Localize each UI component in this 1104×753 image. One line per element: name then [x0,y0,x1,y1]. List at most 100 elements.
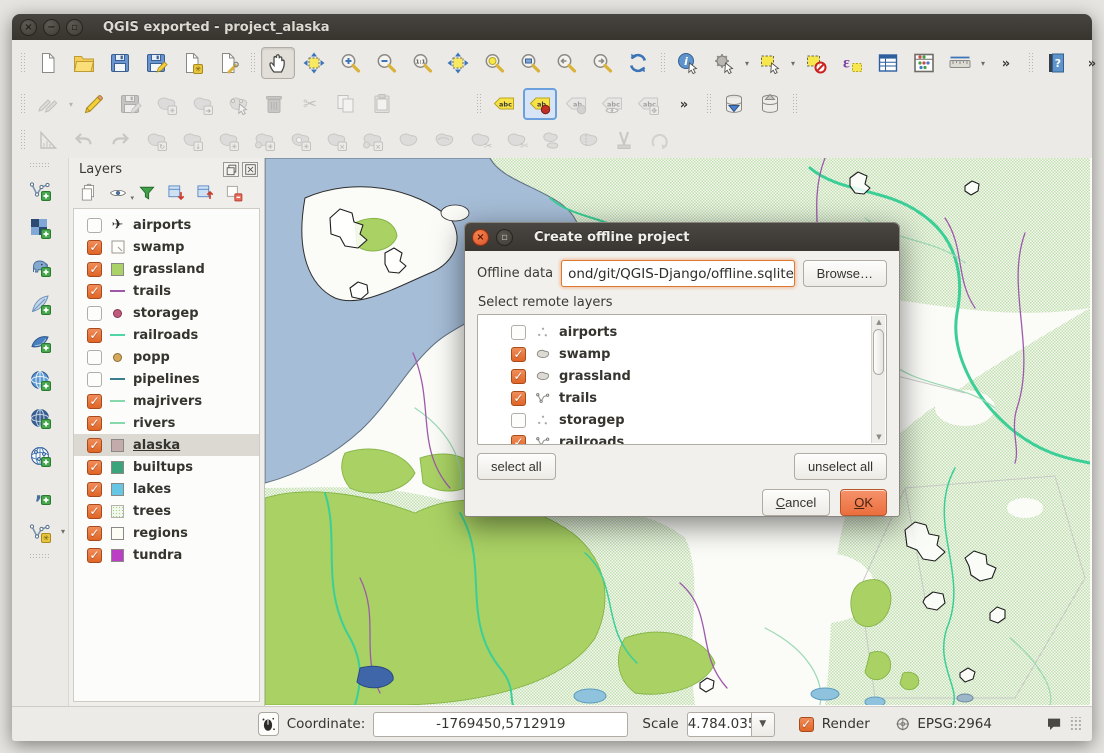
add-vector-layer-button[interactable] [23,173,57,206]
open-attribute-table-button[interactable] [871,47,905,79]
expand-all-button[interactable] [164,182,188,204]
add-group-button[interactable] [77,182,101,204]
scale-input[interactable]: 4.784.035 [687,712,751,737]
remote-layer-row-airports[interactable]: airports [485,321,886,343]
new-project-button[interactable] [31,47,65,79]
measure-line-dropdown[interactable]: ▾ [981,59,985,68]
layer-visibility-checkbox[interactable]: ✓ [511,347,526,362]
zoom-last-button[interactable] [549,47,583,79]
pan-map-button[interactable] [261,47,295,79]
select-features-dropdown[interactable]: ▾ [791,59,795,68]
new-print-composer-button[interactable]: ✳ [175,47,209,79]
collapse-all-button[interactable] [193,182,217,204]
layer-visibility-checkbox[interactable]: ✓ [511,391,526,406]
layer-row-storagep[interactable]: storagep [74,302,259,324]
zoom-in-button[interactable] [333,47,367,79]
layer-row-tundra[interactable]: ✓tundra [74,544,259,566]
layer-visibility-checkbox[interactable]: ✓ [511,435,526,446]
layer-visibility-checkbox[interactable]: ✓ [87,460,102,475]
panel-float-button[interactable] [223,162,239,177]
layer-visibility-checkbox[interactable]: ✓ [87,548,102,563]
current-edits-dropdown[interactable]: ▾ [69,100,73,109]
layer-visibility-checkbox[interactable]: ✓ [87,284,102,299]
filter-legend-button[interactable] [135,182,159,204]
layer-row-trees[interactable]: ✓trees [74,500,259,522]
run-feature-action-dropdown[interactable]: ▾ [745,59,749,68]
identify-features-button[interactable]: i [671,47,705,79]
add-spatialite-layer-button[interactable] [23,287,57,320]
add-delimited-text-layer-button[interactable]: , [23,477,57,510]
layer-visibility-checkbox[interactable] [87,306,102,321]
layer-visibility-checkbox[interactable]: ✓ [87,526,102,541]
layer-visibility-checkbox[interactable] [87,350,102,365]
panel-close-button[interactable] [242,162,258,177]
refresh-button[interactable] [621,47,655,79]
layer-visibility-checkbox[interactable]: ✓ [87,240,102,255]
layer-row-rivers[interactable]: ✓rivers [74,412,259,434]
cancel-button[interactable]: Cancel [762,489,830,516]
layer-row-trails[interactable]: ✓trails [74,280,259,302]
remove-layer-button[interactable] [222,182,246,204]
help-overflow-button[interactable]: » [1075,47,1104,79]
map-canvas[interactable]: × ▫ Create offline project Offline data … [265,158,1092,706]
save-project-button[interactable] [103,47,137,79]
add-wcs-layer-button[interactable] [23,401,57,434]
scroll-down-arrow[interactable]: ▼ [872,431,886,443]
remote-layer-row-storagep[interactable]: storagep [485,409,886,431]
window-minimize-button[interactable]: − [43,19,60,36]
deselect-features-button[interactable] [799,47,833,79]
ok-button[interactable]: OK [840,489,887,516]
layer-row-builtups[interactable]: ✓builtups [74,456,259,478]
render-checkbox[interactable]: ✓ [799,717,814,732]
window-titlebar[interactable]: × − ▫ QGIS exported - project_alaska [12,14,1092,40]
add-raster-layer-button[interactable] [23,211,57,244]
remote-layer-row-grassland[interactable]: ✓grassland [485,365,886,387]
layer-visibility-checkbox[interactable]: ✓ [87,394,102,409]
open-project-button[interactable] [67,47,101,79]
toolbar-overflow-button[interactable]: » [989,47,1023,79]
layer-visibility-checkbox[interactable]: ✓ [87,328,102,343]
layer-row-regions[interactable]: ✓regions [74,522,259,544]
add-wms-layer-button[interactable] [23,363,57,396]
zoom-next-button[interactable] [585,47,619,79]
layer-visibility-checkbox[interactable]: ✓ [87,416,102,431]
layer-row-airports[interactable]: ✈airports [74,214,259,236]
zoom-native-button[interactable]: 1:1 [405,47,439,79]
manage-visibility-dropdown[interactable]: ▾ [130,194,134,202]
toggle-editing-button[interactable] [77,88,111,120]
new-shapefile-layer-button[interactable]: ✳▾ [23,515,57,548]
zoom-out-button[interactable] [369,47,403,79]
layer-row-swamp[interactable]: ✓swamp [74,236,259,258]
coordinate-input[interactable]: -1769450,5712919 [373,712,628,737]
add-mssql-layer-button[interactable] [23,325,57,358]
scale-dropdown-button[interactable]: ▼ [751,712,775,737]
scrollbar-thumb[interactable] [873,329,884,375]
pan-to-selection-button[interactable] [297,47,331,79]
remote-layers-scrollbar[interactable]: ▲▼ [871,316,885,443]
new-shapefile-layer-dropdown[interactable]: ▾ [61,527,65,536]
layer-visibility-checkbox[interactable] [87,218,102,233]
layer-visibility-checkbox[interactable]: ✓ [87,504,102,519]
labeling-button[interactable]: abc [487,88,521,120]
synchronize-button[interactable] [753,88,787,120]
dialog-maximize-button[interactable]: ▫ [496,229,513,246]
extents-toggle-button[interactable] [258,712,279,736]
layer-row-popp[interactable]: popp [74,346,259,368]
add-wfs-layer-button[interactable] [23,439,57,472]
log-messages-icon[interactable] [1046,715,1062,733]
highlight-pinned-labels-button[interactable]: ab [523,88,557,120]
composer-manager-button[interactable] [211,47,245,79]
zoom-to-selection-button[interactable] [477,47,511,79]
manage-visibility-button[interactable]: ▾ [106,182,130,204]
layer-row-lakes[interactable]: ✓lakes [74,478,259,500]
browse-button[interactable]: Browse… [803,260,887,287]
layer-row-alaska[interactable]: ✓alaska [74,434,259,456]
add-postgis-layer-button[interactable] [23,249,57,282]
layer-row-grassland[interactable]: ✓grassland [74,258,259,280]
dialog-close-button[interactable]: × [472,229,489,246]
zoom-to-layer-button[interactable] [513,47,547,79]
epsg-status[interactable]: EPSG:2964 [917,716,992,732]
layer-row-pipelines[interactable]: pipelines [74,368,259,390]
resize-grip[interactable] [1070,717,1082,731]
layer-row-majrivers[interactable]: ✓majrivers [74,390,259,412]
